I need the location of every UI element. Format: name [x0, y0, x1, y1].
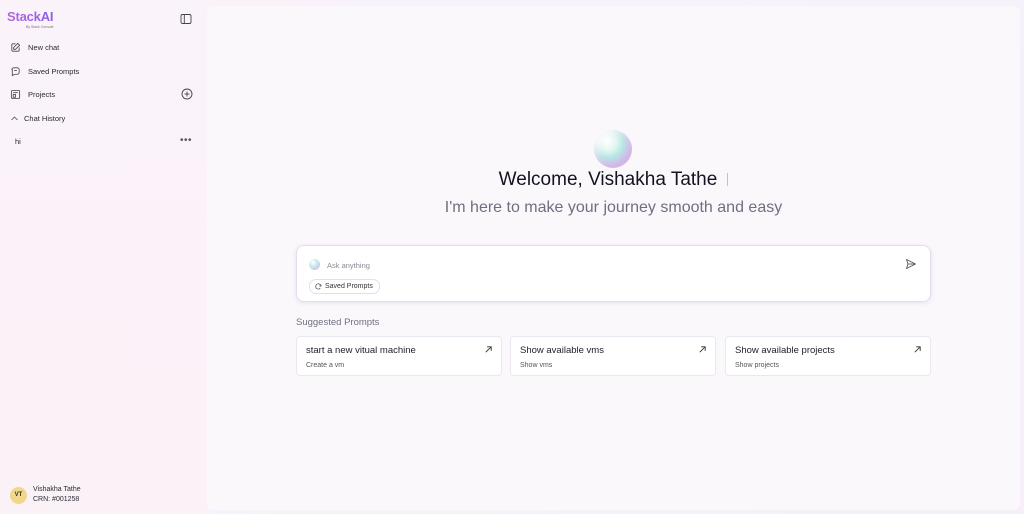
edit-icon	[11, 42, 21, 52]
welcome-subtitle: I'm here to make your journey smooth and…	[444, 199, 783, 216]
chat-history-label: Chat History	[24, 113, 66, 123]
welcome-text: Welcome, Vishakha Tathe	[498, 169, 718, 190]
user-name: Vishakha Tathe	[33, 486, 81, 493]
typing-cursor	[727, 173, 729, 187]
suggested-prompt-card[interactable]: Show available vms Show vms	[510, 336, 716, 376]
chevron-up-icon	[11, 115, 18, 120]
logo-text: StackAI	[7, 9, 54, 24]
sidebar-toggle-icon[interactable]	[180, 13, 192, 25]
send-icon[interactable]	[905, 258, 917, 270]
sidebar-item-label: Saved Prompts	[28, 66, 80, 76]
chat-input[interactable]	[327, 258, 887, 272]
history-item[interactable]: hi	[15, 137, 21, 146]
arrow-up-right-icon	[914, 346, 921, 353]
chat-history-toggle[interactable]: Chat History	[10, 111, 65, 125]
assistant-orb-icon	[594, 130, 632, 168]
card-subtitle: Show vms	[520, 362, 553, 369]
card-title: Show available vms	[520, 345, 604, 356]
prompt-icon	[11, 66, 20, 76]
app-logo[interactable]: StackAI By Stack Console	[7, 9, 54, 30]
arrow-up-right-icon	[699, 346, 706, 353]
main-panel: Welcome, Vishakha Tathe I'm here to make…	[207, 6, 1020, 510]
sidebar-item-new-chat[interactable]: New chat	[10, 40, 59, 54]
sidebar-item-saved-prompts[interactable]: Saved Prompts	[10, 64, 79, 78]
refresh-icon	[315, 283, 322, 290]
more-options-icon[interactable]: •••	[180, 135, 192, 146]
add-project-icon[interactable]	[181, 88, 193, 100]
user-info: Vishakha Tathe CRN: #001258	[33, 485, 81, 505]
welcome-heading: Welcome, Vishakha Tathe	[207, 169, 1020, 191]
card-subtitle: Create a vm	[306, 362, 345, 369]
card-subtitle: Show projects	[735, 362, 779, 369]
suggested-prompt-card[interactable]: Show available projects Show projects	[725, 336, 931, 376]
saved-prompts-button[interactable]: Saved Prompts	[309, 279, 380, 294]
projects-icon	[10, 89, 21, 99]
avatar: VT	[10, 486, 27, 504]
suggested-prompts-title: Suggested Prompts	[296, 317, 380, 328]
card-title: start a new vitual machine	[306, 345, 416, 356]
card-title: Show available projects	[735, 345, 835, 356]
sidebar-item-label: New chat	[28, 42, 60, 52]
sidebar-item-label: Projects	[28, 89, 56, 99]
chat-composer: Saved Prompts	[296, 245, 931, 302]
user-crn: CRN: #001258	[33, 496, 80, 503]
suggested-prompt-card[interactable]: start a new vitual machine Create a vm	[296, 336, 502, 376]
arrow-up-right-icon	[485, 346, 492, 353]
assistant-orb-icon	[309, 259, 320, 270]
logo-subtext: By Stack Console	[26, 25, 54, 29]
user-profile[interactable]: VT Vishakha Tathe CRN: #001258	[10, 485, 81, 505]
sidebar-item-projects[interactable]: Projects	[10, 87, 55, 101]
sidebar: StackAI By Stack Console New chat Saved …	[0, 0, 207, 514]
saved-prompts-label: Saved Prompts	[325, 283, 373, 290]
